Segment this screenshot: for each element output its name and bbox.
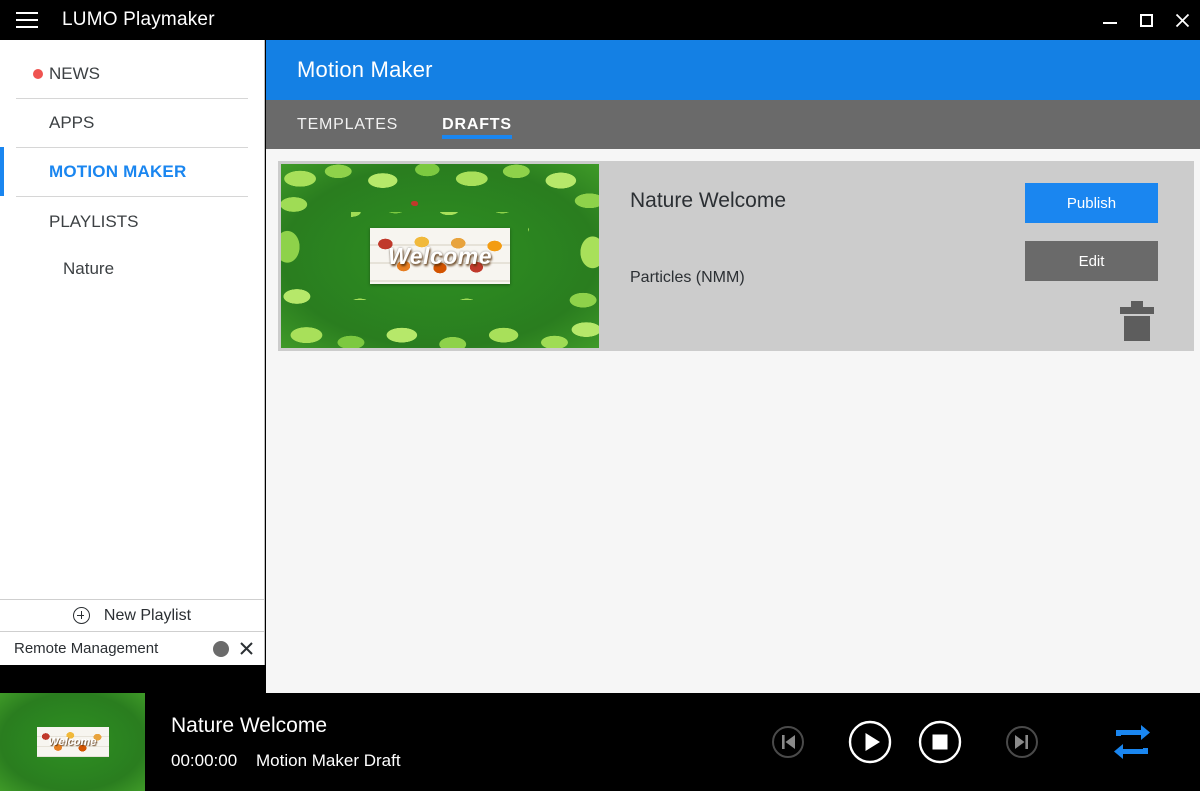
player-welcome-sign: Welcome — [36, 727, 109, 757]
thumbnail-text: Welcome — [387, 242, 493, 269]
tab-templates[interactable]: TEMPLATES — [297, 100, 398, 149]
sidebar-item-label: PLAYLISTS — [49, 211, 139, 231]
player-bar: Welcome Nature Welcome 00:00:00 Motion M… — [0, 693, 1200, 791]
player-metadata: Nature Welcome 00:00:00 Motion Maker Dra… — [171, 714, 401, 771]
sidebar-playlist-nature[interactable]: Nature — [0, 246, 264, 292]
red-leaf-speck-icon — [411, 200, 419, 206]
draft-title: Nature Welcome — [630, 189, 787, 212]
remote-management-bar: Remote Management — [0, 632, 264, 665]
tab-active-underline — [442, 135, 512, 139]
new-playlist-label: New Playlist — [103, 606, 192, 624]
tab-label: DRAFTS — [442, 115, 512, 133]
sidebar-item-news[interactable]: NEWS — [16, 50, 248, 99]
tab-label: TEMPLATES — [297, 115, 399, 133]
tab-bar: TEMPLATES DRAFTS — [266, 100, 1200, 149]
app-title: LUMO Playmaker — [62, 9, 215, 30]
app-window: LUMO Playmaker NEWS APPS MOTION MAKER PL… — [0, 0, 1200, 791]
panel-header: Motion Maker — [266, 40, 1200, 100]
remote-close-icon[interactable] — [239, 641, 254, 656]
sidebar-item-apps[interactable]: APPS — [16, 99, 248, 148]
remote-status-dot-icon[interactable] — [213, 640, 229, 657]
new-playlist-button[interactable]: New Playlist — [0, 599, 264, 632]
edit-button[interactable]: Edit — [1025, 241, 1158, 281]
window-controls — [1092, 0, 1200, 40]
maximize-button[interactable] — [1128, 0, 1164, 40]
sidebar-item-motion-maker[interactable]: MOTION MAKER — [0, 147, 248, 197]
tab-drafts[interactable]: DRAFTS — [442, 100, 512, 149]
player-timecode: 00:00:00 — [171, 750, 238, 770]
sidebar-item-label: MOTION MAKER — [49, 162, 187, 181]
player-source: Motion Maker Draft — [256, 750, 401, 770]
sidebar-item-label: NEWS — [49, 64, 100, 83]
trash-icon[interactable] — [1116, 299, 1158, 348]
welcome-sign: Welcome — [370, 228, 510, 284]
selection-indicator — [0, 147, 4, 196]
skip-next-icon[interactable] — [1005, 725, 1039, 759]
close-button[interactable] — [1164, 0, 1200, 40]
draft-info: Nature Welcome Particles (NMM) — [599, 161, 894, 287]
sidebar: NEWS APPS MOTION MAKER PLAYLISTS Nature … — [0, 40, 265, 665]
skip-previous-icon[interactable] — [771, 725, 805, 759]
news-status-dot-icon — [33, 69, 43, 79]
hamburger-icon[interactable] — [16, 12, 38, 28]
draft-subtitle: Particles (NMM) — [630, 269, 745, 286]
sidebar-item-playlists[interactable]: PLAYLISTS — [16, 197, 248, 246]
title-bar: LUMO Playmaker — [0, 0, 1200, 40]
player-status-row: 00:00:00 Motion Maker Draft — [171, 751, 401, 771]
play-icon[interactable] — [847, 719, 893, 765]
remote-management-label: Remote Management — [14, 640, 159, 657]
minimize-button[interactable] — [1092, 0, 1128, 40]
publish-button[interactable]: Publish — [1025, 183, 1158, 223]
draft-thumbnail[interactable]: Welcome — [281, 164, 599, 348]
repeat-icon[interactable] — [1111, 723, 1153, 761]
player-thumbnail[interactable]: Welcome — [0, 693, 145, 791]
page-title: Motion Maker — [297, 57, 433, 82]
player-thumbnail-text: Welcome — [48, 736, 97, 748]
draft-actions: Publish Edit — [894, 161, 1194, 348]
main-panel: Motion Maker TEMPLATES DRAFTS Welcome Na… — [266, 40, 1200, 693]
stop-icon[interactable] — [917, 719, 963, 765]
plus-circle-icon — [72, 607, 90, 624]
sidebar-nav: NEWS APPS MOTION MAKER PLAYLISTS Nature — [0, 50, 264, 292]
transport-controls — [741, 693, 1200, 791]
sidebar-child-label: Nature — [63, 259, 115, 278]
sidebar-item-label: APPS — [49, 113, 95, 132]
draft-card: Welcome Nature Welcome Particles (NMM) P… — [278, 161, 1194, 351]
player-title: Nature Welcome — [171, 713, 328, 737]
